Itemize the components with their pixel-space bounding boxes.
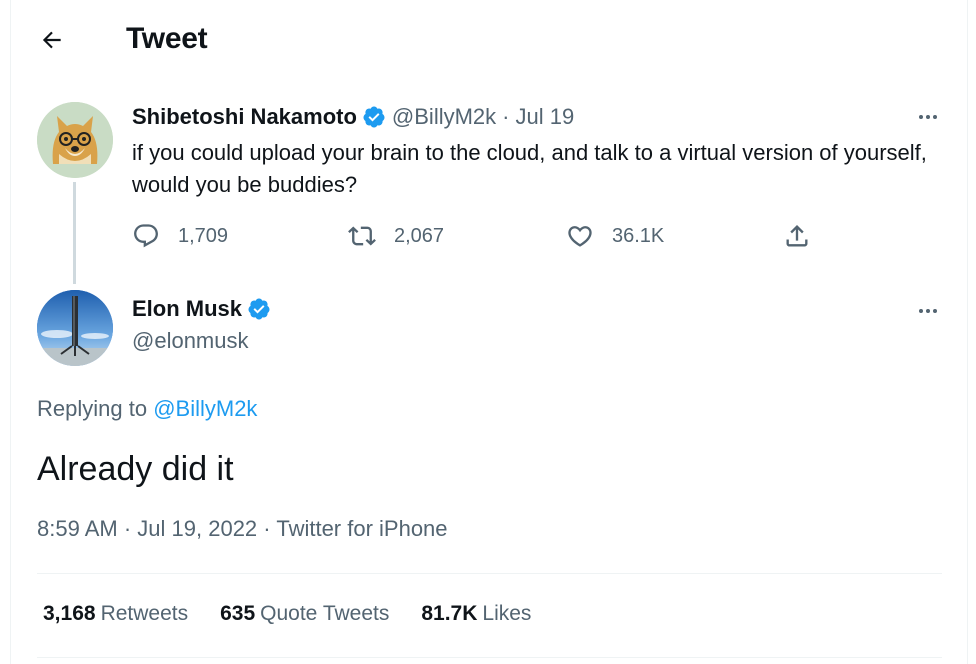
verified-badge-icon	[248, 298, 270, 320]
parent-tweet-header: Shibetoshi Nakamoto @BillyM2k · Jul 19	[132, 104, 574, 130]
quote-tweets-label: Quote Tweets	[260, 602, 390, 625]
likes-stat[interactable]: 81.7K Likes	[421, 602, 531, 626]
like-icon	[568, 226, 592, 247]
tweet-actions: 1,709 2,067 36.1K	[0, 222, 976, 254]
avatar[interactable]	[37, 290, 113, 366]
main-tweet-header: Elon Musk	[132, 296, 271, 322]
parent-tweet-text: if you could upload your brain to the cl…	[132, 140, 927, 197]
rocket-avatar-image	[37, 290, 113, 366]
share-icon	[786, 225, 808, 247]
tweet-source[interactable]: Twitter for iPhone	[276, 516, 447, 541]
doge-avatar-image	[37, 102, 113, 178]
likes-count: 81.7K	[421, 602, 478, 625]
tweet-full-date[interactable]: Jul 19, 2022	[137, 516, 257, 541]
main-tweet-text: Already did it	[37, 450, 234, 488]
separator: ·	[123, 516, 132, 541]
quote-tweets-count: 635	[220, 602, 256, 625]
retweets-count: 3,168	[43, 602, 96, 625]
quote-tweets-stat[interactable]: 635 Quote Tweets	[220, 602, 389, 626]
tweet-metadata: 8:59 AM · Jul 19, 2022 · Twitter for iPh…	[37, 516, 448, 542]
divider	[37, 573, 942, 574]
like-count: 36.1K	[612, 224, 665, 247]
tweet-time[interactable]: 8:59 AM	[37, 516, 118, 541]
author-name[interactable]: Elon Musk	[132, 296, 242, 322]
author-handle[interactable]: @elonmusk	[132, 328, 249, 354]
separator: ·	[502, 104, 510, 129]
share-button[interactable]	[783, 222, 811, 250]
engagement-stats: 3,168 Retweets 635 Quote Tweets 81.7K Likes	[43, 602, 563, 626]
avatar[interactable]	[37, 102, 113, 178]
more-button[interactable]	[910, 102, 946, 132]
retweets-stat[interactable]: 3,168 Retweets	[43, 602, 188, 626]
tweet-date[interactable]: Jul 19	[515, 104, 574, 130]
replying-handle-link[interactable]: @BillyM2k	[153, 396, 257, 421]
retweet-count: 2,067	[394, 224, 445, 247]
page-header: Tweet	[10, 0, 968, 80]
back-arrow-icon	[42, 31, 61, 49]
likes-label: Likes	[482, 602, 532, 625]
back-button[interactable]	[32, 20, 72, 60]
retweet-button[interactable]: 2,067	[348, 222, 444, 250]
separator: ·	[263, 516, 271, 541]
retweets-label: Retweets	[100, 602, 189, 625]
replying-to: Replying to @BillyM2k	[37, 396, 257, 422]
replying-prefix: Replying to	[37, 396, 148, 421]
reply-button[interactable]: 1,709	[132, 222, 228, 250]
reply-icon	[134, 224, 158, 248]
more-button[interactable]	[910, 296, 946, 326]
verified-badge-icon	[363, 106, 385, 128]
divider	[37, 657, 942, 658]
author-handle[interactable]: @BillyM2k	[392, 104, 496, 130]
more-icon	[919, 309, 937, 313]
more-icon	[919, 115, 937, 119]
reply-count: 1,709	[178, 224, 229, 247]
page-title: Tweet	[126, 22, 208, 55]
like-button[interactable]: 36.1K	[566, 222, 664, 250]
retweet-icon	[348, 226, 376, 246]
author-name[interactable]: Shibetoshi Nakamoto	[132, 104, 357, 130]
